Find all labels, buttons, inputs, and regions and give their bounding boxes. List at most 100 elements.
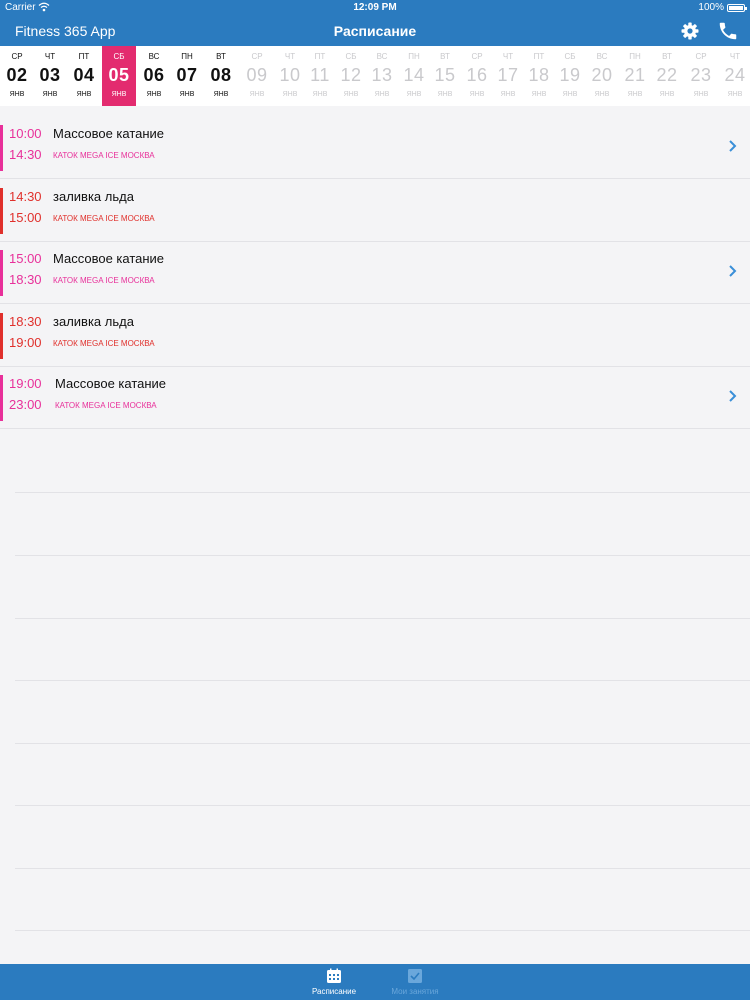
day-of-week-label: ВТ: [662, 52, 672, 61]
month-label: ЯНВ: [374, 91, 390, 98]
session-name: Массовое катание: [55, 376, 167, 392]
month-label: ЯНВ: [249, 91, 265, 98]
date-item[interactable]: СР 16 ЯНВ: [460, 46, 494, 106]
venue-name: КАТОК MEGA ICE МОСКВА: [53, 338, 155, 348]
day-number: 24: [724, 65, 746, 85]
month-label: ЯНВ: [111, 91, 127, 98]
session-color-bar: [0, 187, 3, 234]
date-item[interactable]: ЧТ 03 ЯНВ: [33, 46, 67, 106]
day-number: 03: [39, 65, 61, 85]
end-time: 23:00: [9, 397, 42, 413]
gear-icon[interactable]: [680, 21, 700, 41]
day-number: 13: [371, 65, 393, 85]
list-separator: [15, 805, 750, 806]
schedule-row[interactable]: 15:00 18:30 Массовое катание КАТОК MEGA ICE…: [0, 242, 750, 305]
list-separator: [15, 868, 750, 869]
day-of-week-label: ПТ: [533, 52, 545, 61]
session-name: Массовое катание: [53, 251, 165, 267]
day-of-week-label: ЧТ: [729, 52, 741, 61]
day-number: 20: [591, 65, 613, 85]
end-time: 18:30: [9, 272, 42, 288]
tab-item[interactable]: Расписание: [304, 966, 364, 1000]
page-title: Расписание: [333, 23, 417, 39]
day-of-week-label: ВС: [376, 52, 388, 61]
session-color-bar: [0, 250, 3, 297]
chevron-right-icon[interactable]: [728, 139, 738, 153]
day-number: 16: [466, 65, 488, 85]
day-number: 07: [176, 65, 198, 85]
month-label: ЯНВ: [9, 91, 25, 98]
date-item[interactable]: СБ 05 ЯНВ: [102, 46, 136, 106]
month-label: ЯНВ: [282, 91, 298, 98]
day-of-week-label: ВТ: [216, 52, 226, 61]
day-number: 11: [310, 65, 330, 85]
list-separator: [15, 930, 750, 931]
schedule-row[interactable]: 10:00 14:30 Массовое катание КАТОК MEGA ICE…: [0, 117, 750, 179]
battery-icon: [727, 4, 747, 12]
list-separator: [15, 555, 750, 556]
month-label: ЯНВ: [469, 91, 485, 98]
day-of-week-label: СР: [471, 52, 483, 61]
date-item[interactable]: СР 09 ЯНВ: [240, 46, 274, 106]
day-number: 18: [528, 65, 550, 85]
status-bar: Carrier 12:09 PM 100%: [0, 0, 750, 16]
day-of-week-label: СБ: [113, 52, 125, 61]
date-item[interactable]: ВТ 15 ЯНВ: [428, 46, 462, 106]
session-color-bar: [0, 125, 3, 171]
month-label: ЯНВ: [562, 91, 578, 98]
date-item[interactable]: ПТ 18 ЯНВ: [522, 46, 556, 106]
date-item[interactable]: ЧТ 17 ЯНВ: [491, 46, 525, 106]
day-of-week-label: ПТ: [314, 52, 326, 61]
date-item[interactable]: СБ 12 ЯНВ: [334, 46, 368, 106]
list-separator: [15, 680, 750, 681]
date-item[interactable]: СБ 19 ЯНВ: [553, 46, 587, 106]
date-item[interactable]: ПТ 11 ЯНВ: [303, 46, 337, 106]
tab-label: Расписание: [311, 987, 357, 996]
checkbox-icon: [408, 969, 422, 983]
date-item[interactable]: ВС 13 ЯНВ: [365, 46, 399, 106]
day-of-week-label: СР: [11, 52, 23, 61]
day-of-week-label: ПН: [181, 52, 193, 61]
day-of-week-label: ПН: [408, 52, 420, 61]
chevron-right-icon[interactable]: [728, 264, 738, 278]
day-of-week-label: ВС: [596, 52, 608, 61]
month-label: ЯНВ: [42, 91, 58, 98]
month-label: ЯНВ: [727, 91, 743, 98]
day-number: 02: [6, 65, 28, 85]
end-time: 14:30: [9, 147, 42, 162]
day-number: 12: [340, 65, 362, 85]
date-item[interactable]: ПН 21 ЯНВ: [618, 46, 652, 106]
date-item[interactable]: СР 02 ЯНВ: [0, 46, 34, 106]
date-item[interactable]: ЧТ 24 ЯНВ: [718, 46, 750, 106]
venue-name: КАТОК MEGA ICE МОСКВА: [53, 213, 155, 223]
date-item[interactable]: ВТ 08 ЯНВ: [204, 46, 238, 106]
month-label: ЯНВ: [312, 91, 328, 98]
day-number: 21: [624, 65, 646, 85]
schedule-row[interactable]: 19:00 23:00 Массовое катание КАТОК MEGA ICE…: [0, 367, 750, 430]
date-item[interactable]: ВС 06 ЯНВ: [137, 46, 171, 106]
venue-name: КАТОК MEGA ICE МОСКВА: [55, 401, 157, 411]
month-label: ЯНВ: [146, 91, 162, 98]
date-item[interactable]: ПН 07 ЯНВ: [170, 46, 204, 106]
day-number: 19: [559, 65, 581, 85]
date-item[interactable]: ВС 20 ЯНВ: [585, 46, 619, 106]
date-item[interactable]: ЧТ 10 ЯНВ: [273, 46, 307, 106]
tab-item[interactable]: Мои занятия: [385, 966, 445, 1000]
date-item[interactable]: СР 23 ЯНВ: [684, 46, 718, 106]
date-item[interactable]: ВТ 22 ЯНВ: [650, 46, 684, 106]
month-label: ЯНВ: [693, 91, 709, 98]
day-of-week-label: СР: [695, 52, 707, 61]
date-item[interactable]: ПТ 04 ЯНВ: [67, 46, 101, 106]
chevron-right-icon[interactable]: [728, 389, 738, 403]
date-strip: СР 02 ЯНВ ЧТ 03 ЯНВ ПТ 04 ЯНВ СБ 05 ЯНВ ВС 06 ЯНВ ПН 07 Я…: [0, 46, 750, 106]
day-of-week-label: ЧТ: [502, 52, 514, 61]
phone-icon[interactable]: [717, 20, 739, 42]
start-time: 18:30: [9, 313, 42, 329]
date-item[interactable]: ПН 14 ЯНВ: [397, 46, 431, 106]
day-of-week-label: ЧТ: [284, 52, 296, 61]
month-label: ЯНВ: [76, 91, 92, 98]
end-time: 19:00: [9, 334, 42, 350]
day-number: 22: [656, 65, 678, 85]
session-name: заливка льда: [53, 313, 134, 329]
schedule-row: 14:30 15:00 заливка льда КАТОК MEGA ICE МОС…: [0, 180, 750, 242]
